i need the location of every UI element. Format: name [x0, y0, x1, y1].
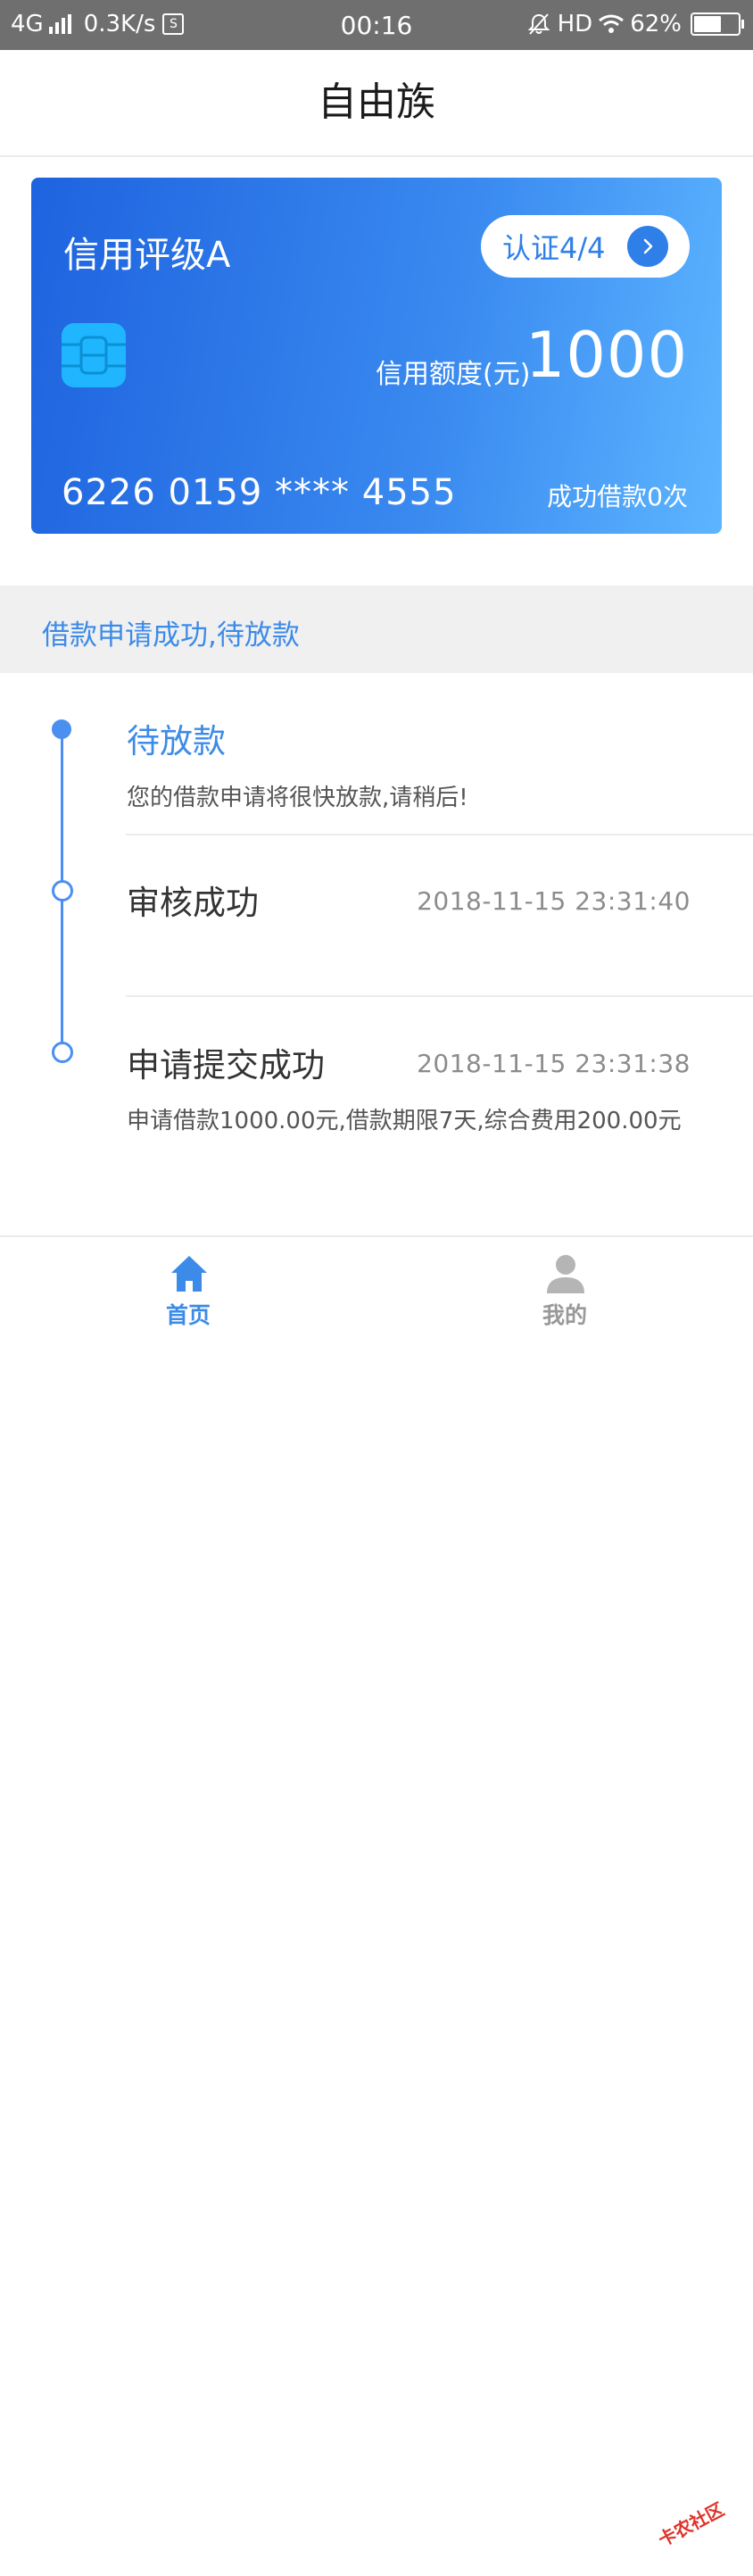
timeline-step-title: 审核成功: [127, 884, 259, 922]
bottom-nav: 首页 我的 卡农社区: [0, 1235, 753, 2551]
auth-label: 认证4/4: [502, 231, 606, 265]
mute-bell-icon: [527, 13, 550, 35]
credit-card: 信用评级A 认证4/4 信用额度(元) 1000 6226 0159 **** …: [31, 178, 722, 534]
timeline-dot: [52, 1042, 73, 1063]
nav-label-mine: 我的: [542, 1302, 587, 1328]
chip-icon: [62, 323, 126, 387]
timeline-step-desc: 您的借款申请将很快放款,请稍后!: [127, 785, 468, 811]
credit-limit-value: 1000: [525, 319, 688, 392]
battery-percent: 62%: [630, 11, 682, 37]
home-icon: [171, 1256, 207, 1292]
status-right: HD 62%: [527, 11, 744, 37]
timeline-step-desc: 申请借款1000.00元,借款期限7天,综合费用200.00元: [127, 1108, 682, 1134]
battery-icon: [691, 12, 744, 36]
divider: [126, 834, 753, 835]
credit-rating: 信用评级A: [63, 235, 231, 276]
card-number: 6226 0159 **** 4555: [62, 472, 457, 513]
loan-status-banner: 借款申请成功,待放款: [0, 586, 753, 673]
timeline-dot-active: [52, 719, 71, 739]
timeline-step-time: 2018-11-15 23:31:40: [417, 886, 691, 916]
user-icon: [547, 1255, 584, 1293]
wifi-icon: [599, 14, 625, 33]
page-title: 自由族: [0, 50, 753, 157]
divider: [126, 995, 753, 997]
success-loan-count: 成功借款0次: [547, 482, 688, 511]
nav-item-mine[interactable]: 我的: [476, 1237, 654, 1341]
chevron-right-icon: [627, 226, 668, 267]
timeline-step-title: 申请提交成功: [127, 1046, 325, 1084]
timeline-step-time: 2018-11-15 23:31:38: [417, 1049, 691, 1078]
loan-status-text: 借款申请成功,待放款: [42, 619, 300, 652]
watermark-text: 卡农社区: [654, 2497, 728, 2551]
auth-button[interactable]: 认证4/4: [481, 215, 690, 278]
status-bar: 4G 0.3K/s S 00:16 HD 62%: [0, 0, 753, 50]
watermark-logo: 卡农社区: [653, 2487, 753, 2576]
timeline-dot: [52, 880, 73, 902]
hd-indicator: HD: [557, 11, 593, 37]
credit-limit-label: 信用额度(元): [376, 359, 531, 390]
nav-label-home: 首页: [165, 1302, 211, 1328]
nav-item-home[interactable]: 首页: [99, 1237, 277, 1341]
timeline-step-title: 待放款: [127, 722, 226, 760]
